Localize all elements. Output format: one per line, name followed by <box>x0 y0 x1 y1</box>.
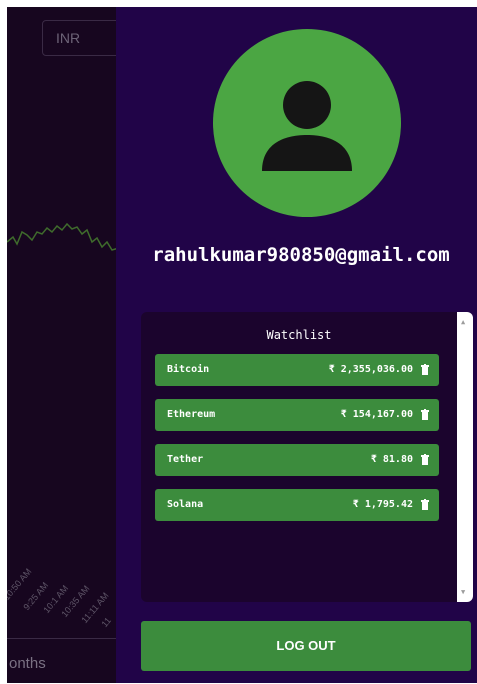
currency-select[interactable]: INR <box>42 20 119 56</box>
watchlist-title: Watchlist <box>266 328 332 342</box>
logout-button[interactable]: LOG OUT <box>141 621 471 671</box>
watchlist-item-ethereum[interactable]: Ethereum ₹ 154,167.00 <box>155 399 439 431</box>
coin-price: ₹ 154,167.00 <box>340 409 413 420</box>
background-app: INR 10:50 AM 9:25 AM 10:1 AM 10:35 AM 11… <box>7 7 119 683</box>
trash-icon[interactable] <box>421 364 429 375</box>
user-sidebar: rahulkumar980850@gmail.com Watchlist Bit… <box>116 7 477 683</box>
scroll-up-arrow-icon[interactable]: ▲ <box>461 318 465 326</box>
coin-name: Bitcoin <box>167 364 210 375</box>
watchlist-item-solana[interactable]: Solana ₹ 1,795.42 <box>155 489 439 521</box>
coin-name: Ethereum <box>167 409 216 420</box>
time-label: 11 <box>99 615 114 629</box>
price-chart-line <box>7 222 119 251</box>
watchlist-scrollbar[interactable]: ▲ ▼ <box>457 312 473 602</box>
watchlist-panel: Watchlist Bitcoin ₹ 2,355,036.00 Ethereu… <box>141 312 473 602</box>
coin-price: ₹ 2,355,036.00 <box>328 364 413 375</box>
coin-name: Solana <box>167 499 204 510</box>
avatar <box>213 29 401 217</box>
coin-price: ₹ 81.80 <box>370 454 413 465</box>
coin-name: Tether <box>167 454 204 465</box>
trash-icon[interactable] <box>421 454 429 465</box>
watchlist-item-bitcoin[interactable]: Bitcoin ₹ 2,355,036.00 <box>155 354 439 386</box>
user-icon <box>262 81 352 171</box>
months-button[interactable]: onths <box>7 638 119 683</box>
trash-icon[interactable] <box>421 409 429 420</box>
coin-price: ₹ 1,795.42 <box>352 499 413 510</box>
watchlist-item-tether[interactable]: Tether ₹ 81.80 <box>155 444 439 476</box>
scroll-down-arrow-icon[interactable]: ▼ <box>461 588 465 596</box>
user-email: rahulkumar980850@gmail.com <box>152 244 450 266</box>
trash-icon[interactable] <box>421 499 429 510</box>
